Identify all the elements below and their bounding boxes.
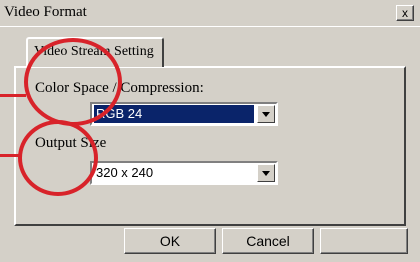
output-size-value: 320 x 240 — [96, 165, 154, 180]
close-button[interactable]: x — [396, 5, 414, 21]
output-size-select[interactable]: 320 x 240 — [90, 161, 278, 185]
ok-button[interactable]: OK — [124, 228, 216, 254]
color-space-select[interactable]: RGB 24 — [90, 102, 278, 126]
chevron-down-icon — [262, 112, 270, 117]
color-space-value: RGB 24 — [94, 105, 254, 123]
highlight-circle-output-size — [18, 120, 98, 196]
title-bar: Video Format x — [0, 0, 420, 27]
callout-line-color-space — [0, 94, 26, 97]
close-icon: x — [402, 6, 408, 20]
color-space-dropdown-button[interactable] — [257, 105, 275, 123]
cancel-button[interactable]: Cancel — [222, 228, 314, 254]
chevron-down-icon — [262, 171, 270, 176]
output-size-dropdown-button[interactable] — [257, 164, 275, 182]
blank-button[interactable] — [320, 228, 408, 254]
dialog-title: Video Format — [4, 4, 87, 20]
video-format-dialog: Video Format x Video Stream Setting Colo… — [0, 0, 420, 262]
highlight-circle-color-space — [24, 38, 122, 126]
callout-line-output-size — [0, 154, 22, 157]
